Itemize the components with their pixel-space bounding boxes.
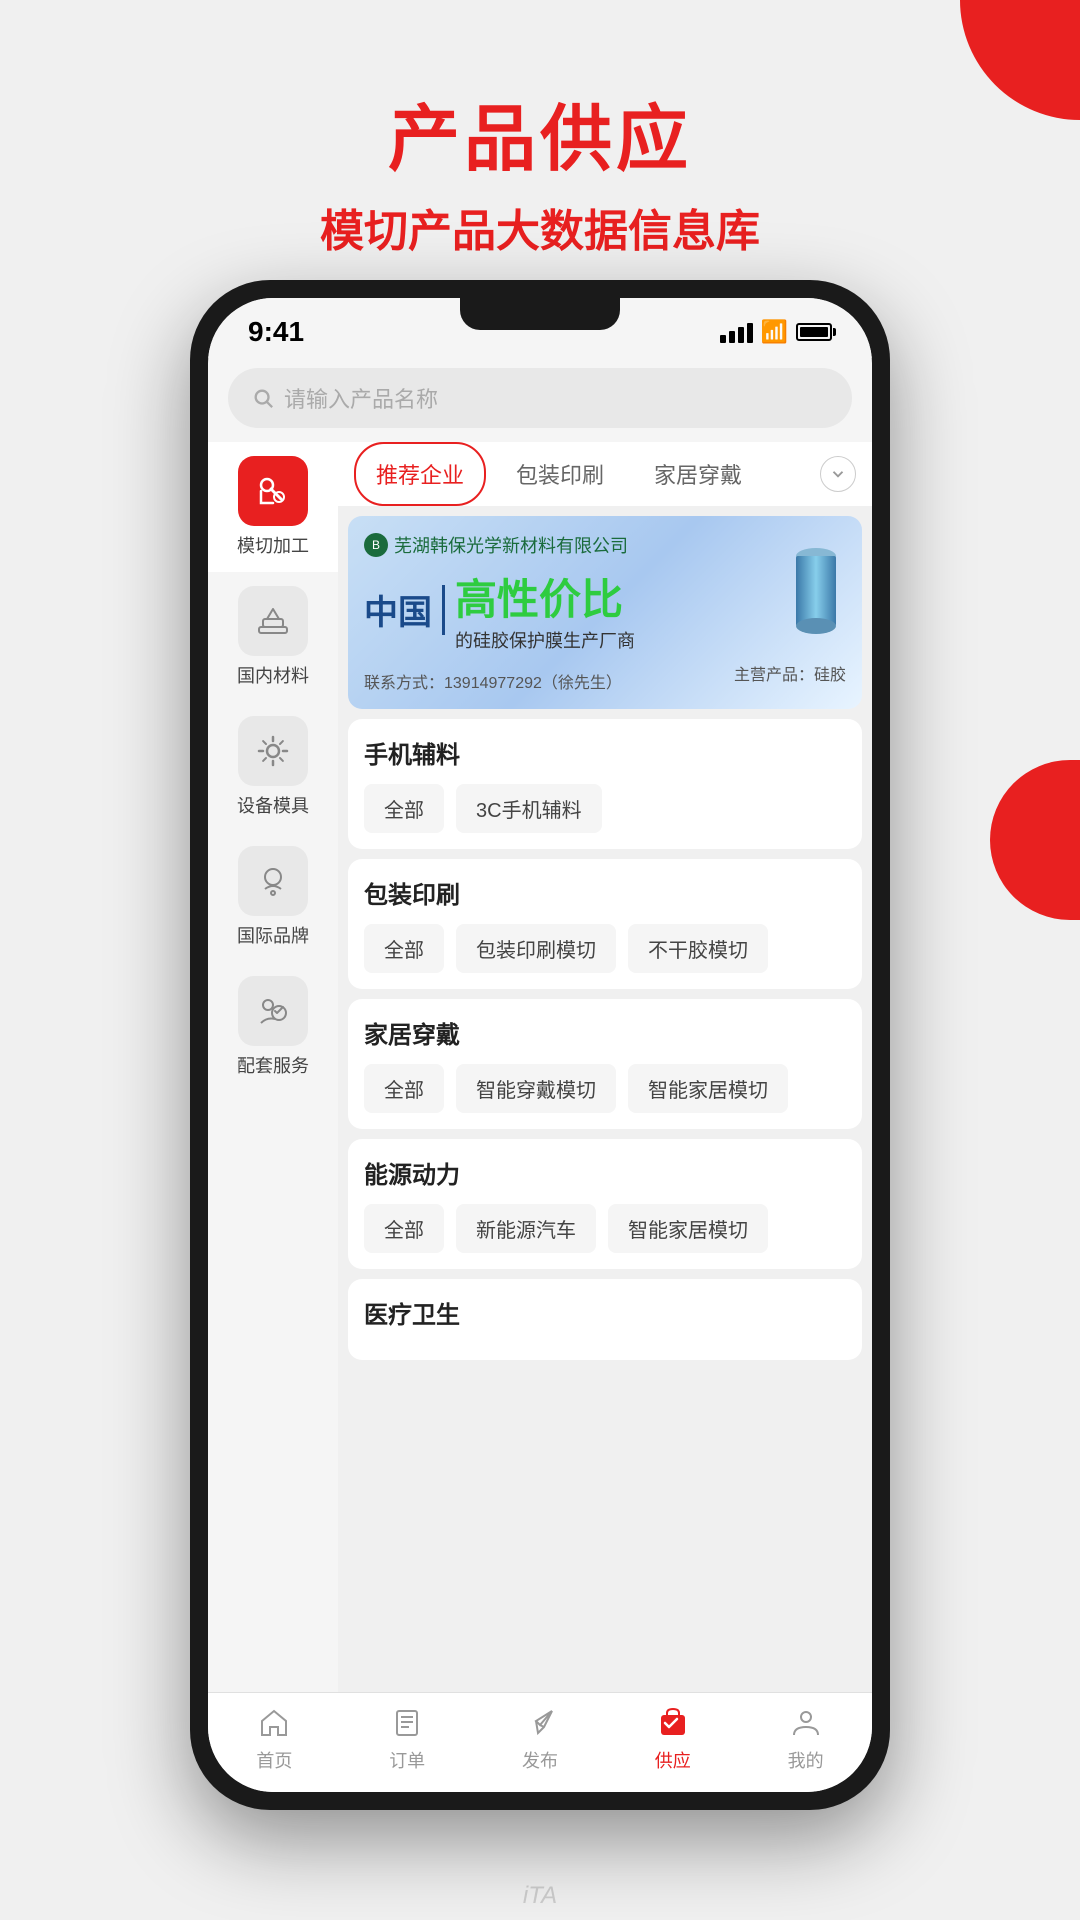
- status-time: 9:41: [248, 316, 304, 348]
- nav-home[interactable]: 首页: [254, 1703, 294, 1773]
- phone-notch: [460, 298, 620, 330]
- nav-label-publish: 发布: [522, 1747, 558, 1773]
- sidebar-label-modiejiagong: 模切加工: [237, 532, 309, 558]
- category-title-phone: 手机辅料: [364, 735, 846, 770]
- page-header: 产品供应 模切产品大数据信息库: [0, 0, 1080, 299]
- tab-baozhuangyinshua[interactable]: 包装印刷: [496, 444, 624, 504]
- nav-supply[interactable]: 供应: [653, 1703, 693, 1773]
- home-icon: [254, 1703, 294, 1743]
- nav-publish[interactable]: 发布: [520, 1703, 560, 1773]
- tab-bar: 推荐企业 包装印刷 家居穿戴: [338, 442, 872, 506]
- banner-main: 中国 高性价比 的硅胶保护膜生产厂商: [364, 566, 846, 653]
- right-content: 推荐企业 包装印刷 家居穿戴 B 芜湖韩保光学新材料有限: [338, 442, 872, 1726]
- bottom-nav: 首页 订单: [208, 1692, 872, 1792]
- sidebar-label-guoneicailiao: 国内材料: [237, 662, 309, 688]
- page-title1: 产品供应: [0, 80, 1080, 185]
- sidebar-item-peitaofuwu[interactable]: 配套服务: [208, 962, 338, 1092]
- banner-highlight: 高性价比: [455, 566, 635, 627]
- tag-smart-wear[interactable]: 智能穿戴模切: [456, 1064, 616, 1113]
- sidebar-item-modiejiagong[interactable]: 模切加工: [208, 442, 338, 572]
- banner-product-image: [786, 546, 846, 636]
- sidebar-item-guojipinpai[interactable]: 国际品牌: [208, 832, 338, 962]
- tab-expand-button[interactable]: [820, 456, 856, 492]
- tag-quanbu-home[interactable]: 全部: [364, 1064, 444, 1113]
- tag-new-energy[interactable]: 新能源汽车: [456, 1204, 596, 1253]
- nav-order[interactable]: 订单: [387, 1703, 427, 1773]
- category-section-medical: 医疗卫生: [348, 1279, 862, 1360]
- sidebar-label-guojipinpai: 国际品牌: [237, 922, 309, 948]
- status-icons: 📶: [720, 319, 832, 345]
- category-title-medical: 医疗卫生: [364, 1295, 846, 1330]
- signal-icon: [720, 321, 753, 343]
- page-title2: 模切产品大数据信息库: [0, 195, 1080, 259]
- category-tags-energy: 全部 新能源汽车 智能家居模切: [364, 1204, 846, 1253]
- nav-label-mine: 我的: [788, 1747, 824, 1773]
- banner-china-text: 中国: [364, 585, 432, 634]
- category-section-home: 家居穿戴 全部 智能穿戴模切 智能家居模切: [348, 999, 862, 1129]
- tab-tuijiangiye[interactable]: 推荐企业: [354, 442, 486, 506]
- banner-company-icon: B: [364, 533, 388, 557]
- tag-quanbu-packaging[interactable]: 全部: [364, 924, 444, 973]
- phone-screen: 9:41 📶: [208, 298, 872, 1792]
- category-tags-phone: 全部 3C手机辅料: [364, 784, 846, 833]
- phone-wrapper: 9:41 📶: [190, 280, 890, 1810]
- banner-contact: 联系方式：13914977292（徐先生）: [364, 669, 622, 693]
- tag-quanbu-energy[interactable]: 全部: [364, 1204, 444, 1253]
- category-section-packaging: 包装印刷 全部 包装印刷模切 不干胶模切: [348, 859, 862, 989]
- search-placeholder: 请输入产品名称: [284, 382, 438, 414]
- modiejiagong-icon: [238, 456, 308, 526]
- nav-label-home: 首页: [256, 1747, 292, 1773]
- category-title-packaging: 包装印刷: [364, 875, 846, 910]
- category-section-phone: 手机辅料 全部 3C手机辅料: [348, 719, 862, 849]
- banner-company: B 芜湖韩保光学新材料有限公司: [364, 532, 846, 558]
- tag-quanbu-phone[interactable]: 全部: [364, 784, 444, 833]
- shebeimoju-icon: [238, 716, 308, 786]
- sidebar-item-shebeimoju[interactable]: 设备模具: [208, 702, 338, 832]
- tag-smart-home2[interactable]: 智能家居模切: [608, 1204, 768, 1253]
- sidebar-item-guoneicailiao[interactable]: 国内材料: [208, 572, 338, 702]
- tag-packaging-cut[interactable]: 包装印刷模切: [456, 924, 616, 973]
- sidebar: 模切加工 国内材料: [208, 442, 338, 1726]
- order-icon: [387, 1703, 427, 1743]
- wifi-icon: 📶: [761, 319, 788, 345]
- bg-decoration-bottom-right: [990, 760, 1080, 920]
- tag-3c-phone[interactable]: 3C手机辅料: [456, 784, 602, 833]
- category-tags-packaging: 全部 包装印刷模切 不干胶模切: [364, 924, 846, 973]
- peitaofuwu-icon: [238, 976, 308, 1046]
- search-bar[interactable]: 请输入产品名称: [228, 368, 852, 428]
- watermark: iTA: [523, 1882, 557, 1910]
- category-title-energy: 能源动力: [364, 1155, 846, 1190]
- nav-mine[interactable]: 我的: [786, 1703, 826, 1773]
- banner-product-tag: 主营产品：硅胶: [734, 661, 846, 693]
- tag-smart-home[interactable]: 智能家居模切: [628, 1064, 788, 1113]
- sidebar-label-shebeimoju: 设备模具: [237, 792, 309, 818]
- tab-jiajuchuandai[interactable]: 家居穿戴: [634, 444, 762, 504]
- nav-label-order: 订单: [389, 1747, 425, 1773]
- nav-label-supply: 供应: [655, 1747, 691, 1773]
- category-title-home: 家居穿戴: [364, 1015, 846, 1050]
- supply-icon: [653, 1703, 693, 1743]
- publish-icon: [520, 1703, 560, 1743]
- banner-subtitle: 的硅胶保护膜生产厂商: [455, 627, 635, 653]
- guojipinpai-icon: [238, 846, 308, 916]
- main-content: 模切加工 国内材料: [208, 442, 872, 1726]
- sidebar-label-peitaofuwu: 配套服务: [237, 1052, 309, 1078]
- guoneicailiao-icon: [238, 586, 308, 656]
- banner: B 芜湖韩保光学新材料有限公司 中国 高性价比 的硅胶保护膜生产厂商: [348, 516, 862, 709]
- search-icon: [252, 387, 274, 409]
- mine-icon: [786, 1703, 826, 1743]
- battery-icon: [796, 323, 832, 341]
- phone-frame: 9:41 📶: [190, 280, 890, 1810]
- category-section-energy: 能源动力 全部 新能源汽车 智能家居模切: [348, 1139, 862, 1269]
- tag-sticker-cut[interactable]: 不干胶模切: [628, 924, 768, 973]
- category-tags-home: 全部 智能穿戴模切 智能家居模切: [364, 1064, 846, 1113]
